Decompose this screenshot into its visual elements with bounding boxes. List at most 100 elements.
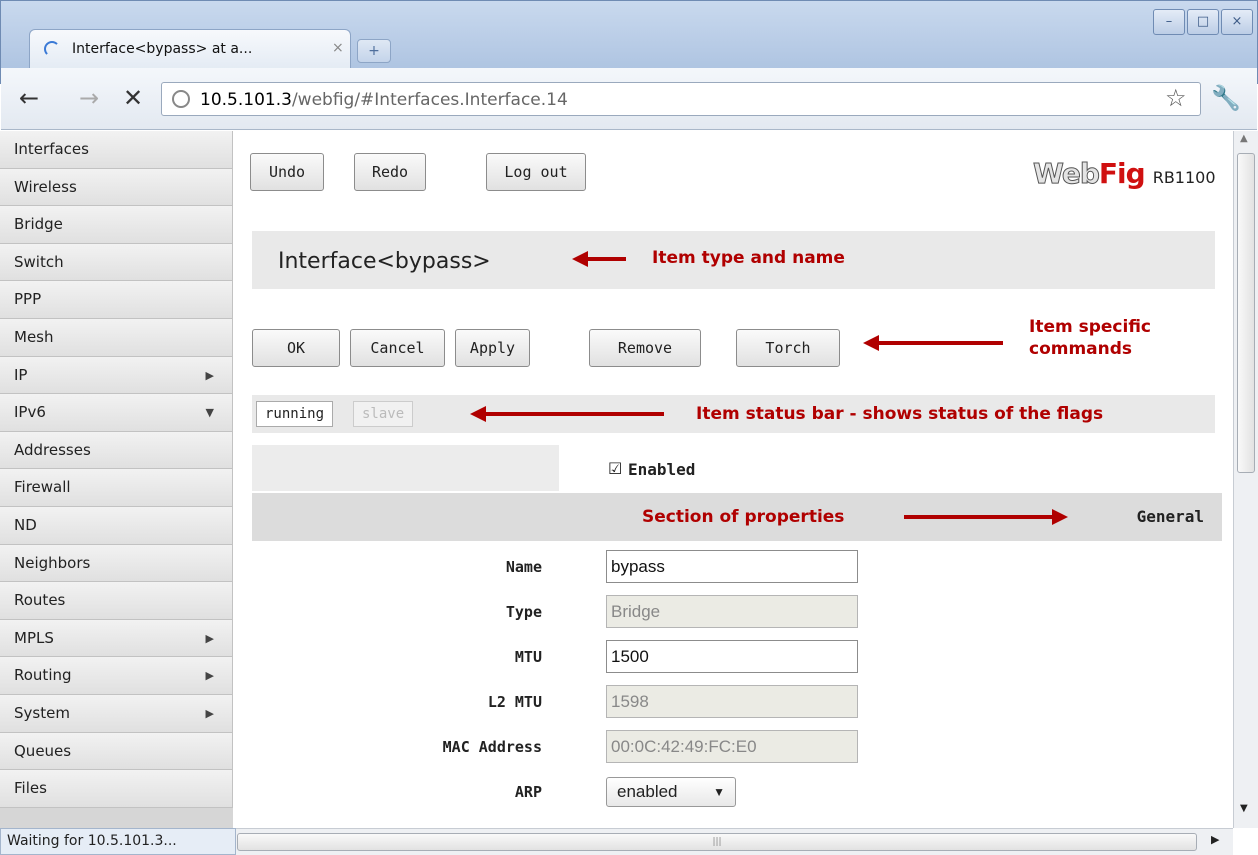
property-row: Type Bridge (252, 590, 1222, 635)
select-value: enabled (617, 782, 678, 801)
sidebar-item-label: Routes (14, 591, 66, 610)
chevron-right-icon: ▶ (205, 706, 214, 720)
arp-select[interactable]: enabled ▼ (606, 777, 736, 807)
router-model: RB1100 (1152, 168, 1216, 187)
vertical-scrollbar[interactable]: ▲ ▼ (1233, 131, 1258, 828)
tab-close-icon[interactable]: × (332, 40, 344, 56)
forward-arrow-icon[interactable]: → (79, 84, 99, 112)
apply-button[interactable]: Apply (455, 329, 530, 367)
scrollbar-thumb[interactable] (1237, 153, 1255, 473)
type-field: Bridge (606, 595, 858, 628)
sidebar-item-queues[interactable]: Queues (0, 732, 233, 771)
browser-tab[interactable]: Interface<bypass> at a... × (29, 29, 351, 69)
sidebar-item-label: PPP (14, 290, 42, 309)
sidebar-item-system[interactable]: System ▶ (0, 694, 233, 733)
hscrollbar-thumb[interactable]: ||| (237, 833, 1197, 851)
annotation-section: Section of properties (642, 507, 845, 527)
sidebar-item-label: Interfaces (14, 140, 89, 158)
name-field[interactable]: bypass (606, 550, 858, 583)
enabled-row: ☑ Enabled (252, 445, 1222, 491)
sidebar-item-label: Switch (14, 252, 64, 271)
remove-button[interactable]: Remove (589, 329, 701, 367)
property-row: MTU 1500 (252, 635, 1222, 680)
property-label: L2 MTU (487, 693, 542, 711)
stop-icon[interactable]: ✕ (123, 84, 143, 112)
mtu-field[interactable]: 1500 (606, 640, 858, 673)
sidebar-menu: Interfaces Wireless Bridge Switch PPP Mesh IP ▶… (0, 131, 233, 828)
sidebar-item-routes[interactable]: Routes (0, 582, 233, 620)
property-label: ARP (514, 783, 542, 801)
sidebar-item-switch[interactable]: Switch (0, 243, 233, 282)
ok-button[interactable]: OK (252, 329, 340, 367)
sidebar-item-mesh[interactable]: Mesh (0, 318, 233, 357)
chevron-right-icon: ▶ (205, 669, 214, 683)
sidebar-item-files[interactable]: Files (0, 770, 233, 808)
redo-button[interactable]: Redo (354, 153, 426, 191)
item-status-bar: running slave Item status bar - shows st… (252, 395, 1215, 433)
sidebar-item-addresses[interactable]: Addresses (0, 431, 233, 470)
browser-status-text: Waiting for 10.5.101.3... (0, 828, 236, 855)
globe-icon (172, 90, 190, 108)
property-label: Type (505, 603, 542, 621)
flag-slave: slave (353, 401, 414, 427)
annotation-commands-line1: Item specific (1029, 317, 1152, 337)
scroll-up-icon[interactable]: ▲ (1240, 133, 1248, 144)
sidebar-item-ppp[interactable]: PPP (0, 281, 233, 319)
torch-button[interactable]: Torch (736, 329, 840, 367)
undo-button[interactable]: Undo (250, 153, 324, 191)
item-title: Interface<bypass> (278, 249, 491, 274)
bookmark-star-icon[interactable]: ☆ (1165, 84, 1187, 112)
sidebar-item-bridge[interactable]: Bridge (0, 206, 233, 244)
dropdown-arrow-icon: ▼ (713, 785, 725, 799)
back-arrow-icon[interactable]: ← (19, 84, 39, 112)
loading-spinner-icon (44, 41, 60, 57)
annotation-arrow-line (586, 257, 626, 261)
property-label: Name (505, 558, 542, 576)
cancel-button[interactable]: Cancel (350, 329, 445, 367)
sidebar-item-label: IPv6 (14, 403, 46, 422)
sidebar-item-mpls[interactable]: MPLS ▶ (0, 619, 233, 658)
sidebar-item-firewall[interactable]: Firewall (0, 469, 233, 507)
enabled-checkbox[interactable]: ☑ (608, 459, 622, 478)
scroll-down-icon[interactable]: ▼ (1240, 803, 1248, 814)
flag-running: running (256, 401, 334, 427)
maximize-button[interactable]: □ (1187, 9, 1219, 35)
sidebar-item-ip[interactable]: IP ▶ (0, 356, 233, 395)
sidebar-item-neighbors[interactable]: Neighbors (0, 544, 233, 583)
property-row: L2 MTU 1598 (252, 680, 1222, 725)
logout-button[interactable]: Log out (486, 153, 586, 191)
sidebar-item-wireless[interactable]: Wireless (0, 168, 233, 207)
property-label: MTU (514, 648, 542, 666)
sidebar-item-label: IP (14, 365, 28, 384)
chevron-down-icon: ▼ (205, 406, 214, 420)
address-bar[interactable]: 10.5.101.3/webfig/#Interfaces.Interface.… (161, 82, 1201, 116)
sidebar-item-label: Firewall (14, 478, 71, 497)
annotation-type-name: Item type and name (652, 248, 845, 268)
chevron-right-icon: ▶ (205, 631, 214, 645)
chevron-right-icon: ▶ (205, 368, 214, 382)
sidebar-item-label: Files (14, 779, 47, 798)
annotation-arrow-line (877, 341, 1003, 345)
sidebar-item-label: Wireless (14, 177, 77, 196)
new-tab-button[interactable]: + (357, 39, 391, 63)
property-label: MAC Address (442, 738, 542, 756)
sidebar-item-label: MPLS (14, 628, 54, 647)
sidebar-item-ipv6[interactable]: IPv6 ▼ (0, 394, 233, 432)
annotation-arrow-line (484, 412, 664, 416)
scroll-right-icon[interactable]: ▶ (1211, 833, 1219, 846)
mac-address-field: 00:0C:42:49:FC:E0 (606, 730, 858, 763)
horizontal-scrollbar[interactable]: ||| ▶ (233, 828, 1233, 855)
sidebar-item-label: Bridge (14, 215, 63, 234)
section-name: General (1136, 507, 1204, 526)
wrench-icon[interactable]: 🔧 (1211, 84, 1241, 112)
l2-mtu-field: 1598 (606, 685, 858, 718)
sidebar-item-nd[interactable]: ND (0, 506, 233, 545)
sidebar-item-label: Routing (14, 666, 72, 685)
section-header-general: Section of properties General (252, 493, 1222, 541)
sidebar-item-routing[interactable]: Routing ▶ (0, 657, 233, 695)
sidebar-item-interfaces[interactable]: Interfaces (0, 131, 233, 169)
property-row: Name bypass (252, 545, 1222, 590)
minimize-button[interactable]: – (1153, 9, 1185, 35)
close-window-button[interactable]: × (1221, 9, 1253, 35)
property-row: ARP enabled ▼ (252, 770, 1222, 815)
